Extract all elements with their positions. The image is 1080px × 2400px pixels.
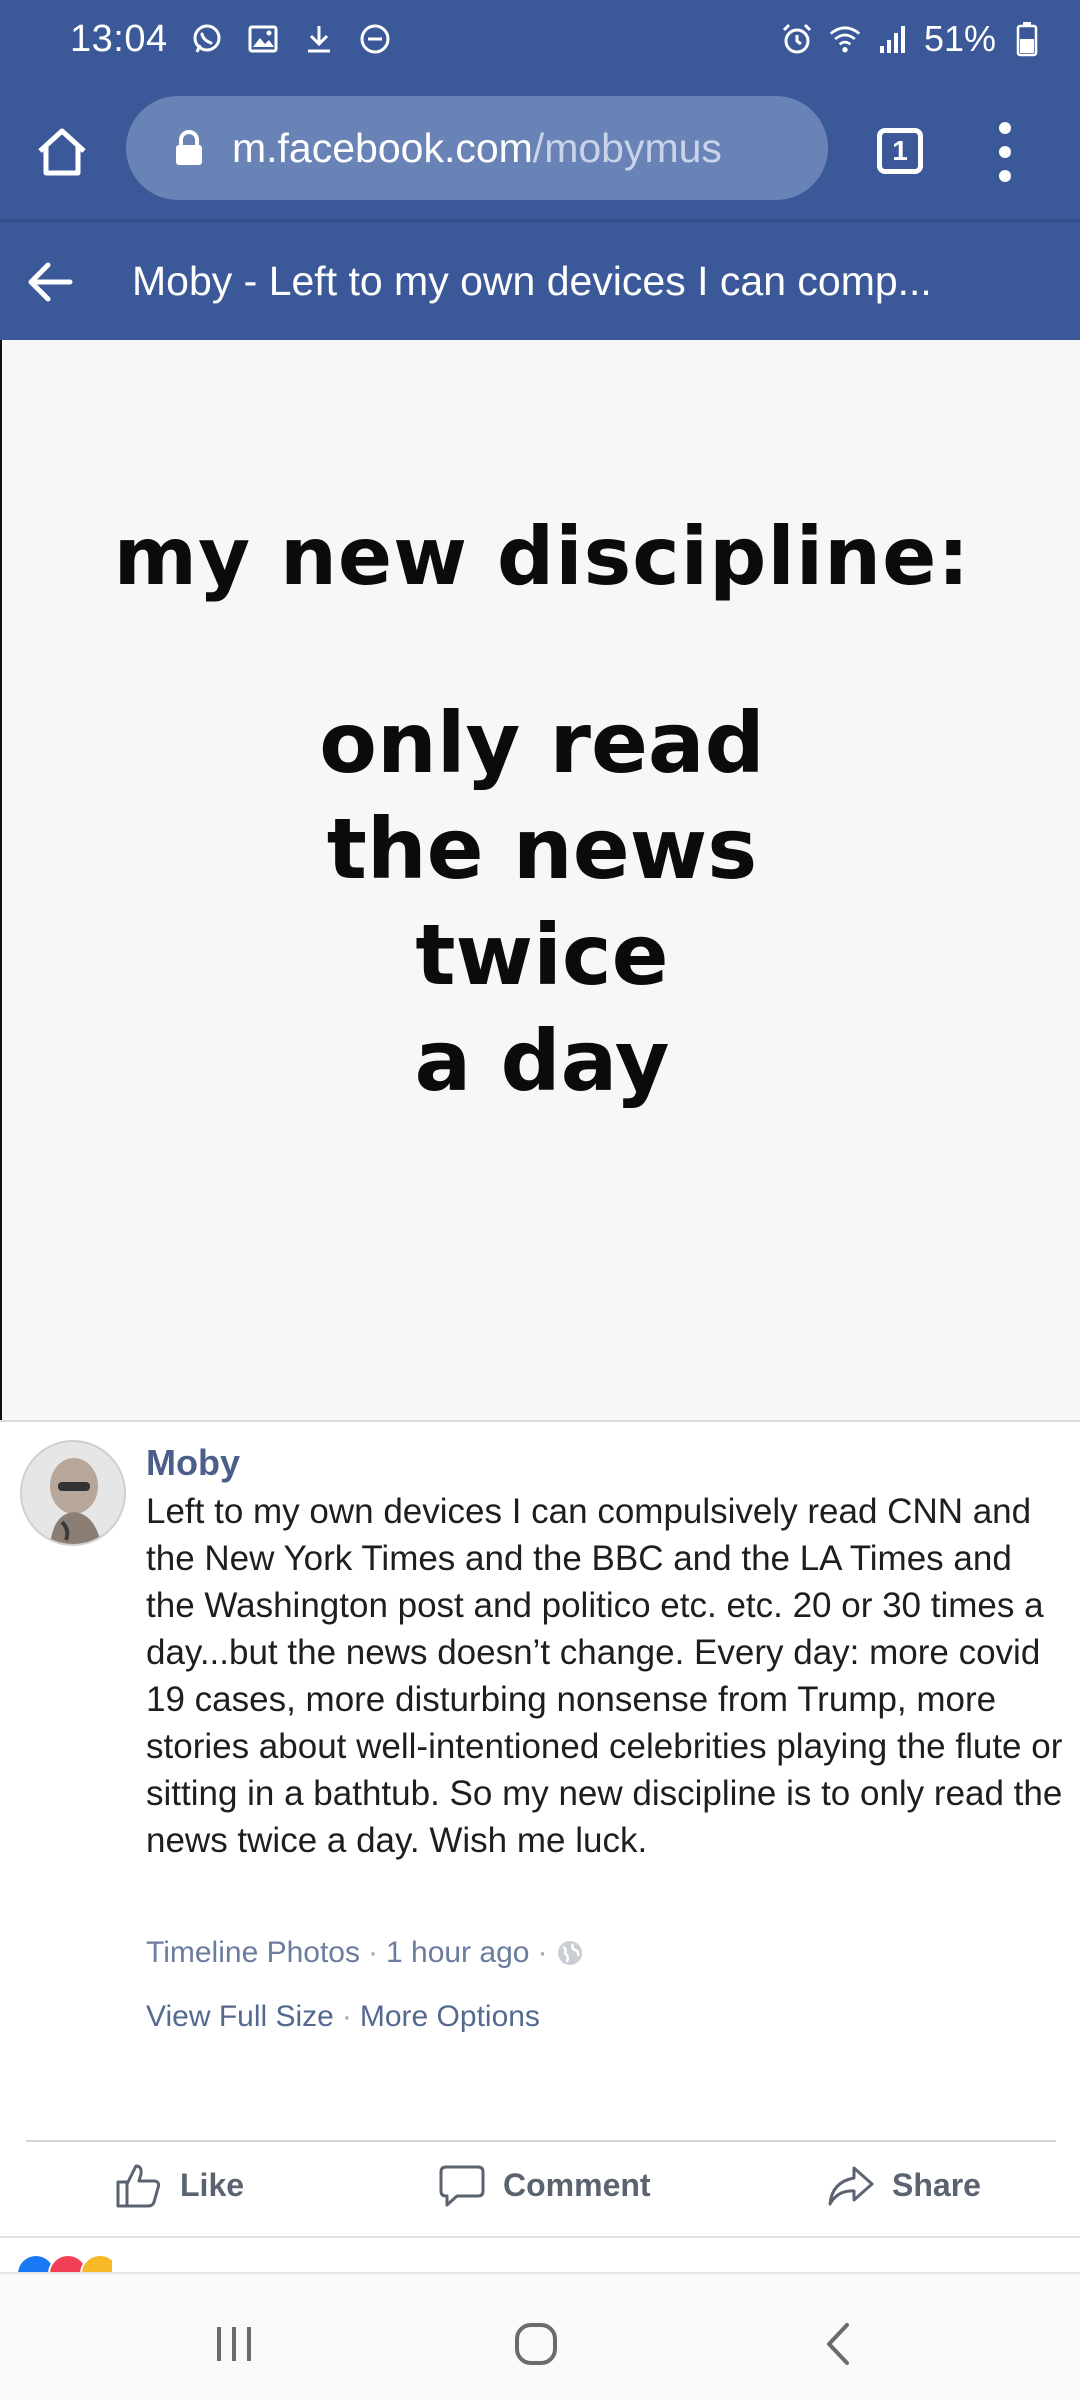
meta-separator: · [341, 2000, 352, 2033]
divider [0, 2236, 1080, 2238]
tabs-button[interactable]: 1 [877, 128, 923, 174]
photo-text-line: twice [415, 906, 669, 1004]
photo-text-line: a day [414, 1012, 670, 1110]
whatsapp-icon [190, 22, 224, 56]
comment-button[interactable]: Comment [437, 2160, 651, 2210]
status-system-icons: 51% [780, 18, 1044, 60]
comment-label: Comment [503, 2166, 651, 2203]
battery-percent: 51% [923, 18, 996, 59]
photo-text-heading: my new discipline: [113, 510, 971, 603]
status-time: 13:04 [70, 17, 168, 60]
system-nav-bar [0, 2272, 1080, 2400]
thumbs-up-icon [116, 2164, 161, 2208]
browser-home-button[interactable] [30, 120, 94, 184]
address-bar[interactable]: m.facebook.com/mobymus [126, 96, 828, 200]
post-photo[interactable]: my new discipline: only read the news tw… [0, 340, 1080, 1420]
photo-text-line: only read [319, 694, 765, 792]
comment-icon [439, 2165, 485, 2207]
post-author[interactable]: Moby [146, 1442, 240, 1484]
home-icon [38, 128, 86, 176]
back-arrow-icon [28, 262, 73, 302]
post-actions: Like Comment Share [0, 2150, 1080, 2230]
tab-count: 1 [892, 135, 908, 166]
url-domain: m.facebook.com [232, 124, 533, 171]
more-vert-icon[interactable] [990, 122, 1020, 182]
avatar[interactable] [20, 1440, 126, 1546]
dnd-icon [358, 22, 392, 56]
system-back-button[interactable] [800, 2304, 880, 2384]
like-label: Like [180, 2166, 245, 2203]
back-chevron-icon [827, 2323, 849, 2365]
reactions-summary[interactable] [16, 2254, 112, 2274]
like-button[interactable]: Like [114, 2160, 244, 2210]
status-notification-icons [190, 22, 392, 56]
album-link[interactable]: Timeline Photos [146, 1936, 360, 1970]
haha-reaction-icon [80, 2254, 112, 2274]
share-icon [828, 2166, 874, 2206]
status-bar: 13:04 51% [0, 0, 1080, 78]
share-button[interactable]: Share [826, 2160, 981, 2210]
post-timestamp[interactable]: 1 hour ago [386, 1936, 529, 1970]
url-text: m.facebook.com/mobymus [232, 125, 722, 172]
photo-links: View Full Size · More Options [146, 2000, 540, 2034]
download-icon [302, 22, 336, 56]
signal-icon [876, 22, 910, 56]
share-label: Share [892, 2166, 981, 2203]
view-full-size-link[interactable]: View Full Size [146, 2000, 334, 2034]
photo-text-line: the news [326, 800, 758, 898]
meta-separator: · [367, 1936, 378, 1969]
home-circle-icon [515, 2323, 557, 2365]
page-title: Moby - Left to my own devices I can comp… [132, 258, 932, 304]
alarm-icon [780, 22, 814, 56]
globe-icon [555, 1938, 585, 1968]
divider [0, 1420, 1080, 1422]
browser-toolbar: m.facebook.com/mobymus 1 [0, 78, 1080, 222]
post-meta: Timeline Photos · 1 hour ago · [146, 1936, 585, 1970]
url-path: /mobymus [532, 124, 722, 171]
battery-icon [1010, 22, 1044, 57]
image-icon [246, 22, 280, 56]
system-home-button[interactable] [496, 2304, 576, 2384]
recent-apps-icon [217, 2327, 251, 2361]
wifi-icon [828, 22, 862, 56]
back-button[interactable] [26, 258, 78, 306]
more-options-link[interactable]: More Options [360, 2000, 540, 2034]
photo-text-body: only read the news twice a day [2, 690, 1080, 1114]
divider [26, 2140, 1056, 2142]
meta-separator: · [537, 1936, 548, 1969]
post-text: Left to my own devices I can compulsivel… [146, 1492, 1063, 1860]
lock-icon [174, 130, 204, 166]
page-header: Moby - Left to my own devices I can comp… [0, 222, 1080, 340]
recent-apps-button[interactable] [194, 2304, 274, 2384]
